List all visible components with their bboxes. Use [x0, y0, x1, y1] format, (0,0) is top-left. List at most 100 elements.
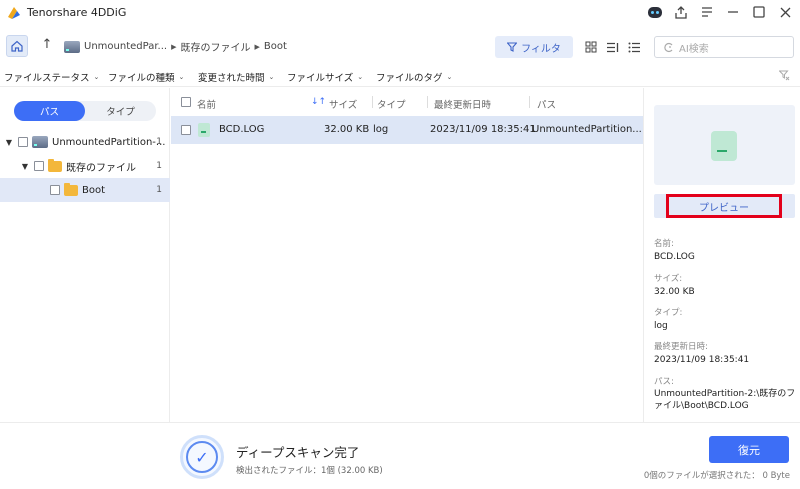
preview-button[interactable]: プレビュー: [666, 194, 782, 218]
breadcrumb-item[interactable]: 既存のファイル: [180, 39, 250, 54]
ai-search-input[interactable]: AI検索: [654, 36, 794, 58]
scan-complete-icon: ✓: [180, 435, 224, 479]
filter-file-status[interactable]: ファイルステータス ⌄: [4, 70, 99, 84]
maximize-icon[interactable]: [750, 3, 768, 21]
recover-button[interactable]: 復元: [709, 436, 789, 463]
tree-item-label: UnmountedPartition-...: [52, 136, 166, 148]
column-divider[interactable]: [427, 96, 428, 108]
column-name[interactable]: 名前: [197, 97, 216, 111]
filter-file-size[interactable]: ファイルサイズ ⌄: [287, 70, 363, 84]
tree-item-existing-files[interactable]: ▼ 既存のファイル 1: [0, 154, 170, 178]
column-divider[interactable]: [372, 96, 373, 108]
assistant-bot-icon[interactable]: [646, 3, 664, 21]
breadcrumb-separator-icon: ▶: [171, 42, 177, 51]
tree-item-label: 既存のファイル: [66, 162, 136, 174]
file-preview-icon: [711, 131, 737, 161]
funnel-icon: [507, 42, 518, 52]
app-title: Tenorshare 4DDiG: [27, 6, 127, 19]
filter-file-tag[interactable]: ファイルのタグ ⌄: [376, 70, 452, 84]
share-icon[interactable]: [672, 3, 690, 21]
cell-modified: 2023/11/09 18:35:41: [430, 124, 536, 135]
clear-filter-icon[interactable]: [779, 70, 790, 81]
meta-modified-label: 最終更新日時:: [654, 342, 708, 352]
breadcrumb-item[interactable]: Boot: [264, 41, 287, 52]
scan-status-detail: 検出されたファイル：1個 (32.00 KB): [236, 466, 383, 476]
meta-type-value: log: [654, 321, 668, 331]
column-modified[interactable]: 最終更新日時: [434, 97, 491, 111]
chevron-down-icon: ⌄: [178, 73, 185, 81]
caret-down-icon[interactable]: ▼: [20, 162, 30, 171]
meta-name-label: 名前:: [654, 239, 674, 249]
checkbox[interactable]: [18, 137, 28, 147]
chevron-down-icon: ⌄: [446, 73, 453, 81]
home-button[interactable]: [6, 35, 28, 57]
window-controls: [646, 3, 794, 21]
checkbox[interactable]: [50, 185, 60, 195]
meta-path-label: パス:: [654, 377, 674, 387]
column-size[interactable]: サイズ: [329, 97, 357, 111]
ai-search-placeholder: AI検索: [679, 43, 709, 55]
view-mode-group: [580, 36, 646, 58]
sort-icon[interactable]: ↓↑: [311, 97, 326, 107]
checkmark-icon: ✓: [186, 441, 218, 473]
detail-view-icon[interactable]: [628, 42, 641, 53]
filter-label: ファイルのタグ: [376, 73, 443, 84]
navigation-bar: ↑ UnmountedPar... ▶ 既存のファイル ▶ Boot フィルタ …: [0, 34, 800, 62]
preview-panel: プレビュー 名前: BCD.LOG サイズ: 32.00 KB タイプ: log…: [643, 88, 800, 422]
filter-label: ファイルサイズ: [287, 73, 354, 84]
table-row[interactable]: BCD.LOG 32.00 KB log 2023/11/09 18:35:41…: [171, 116, 643, 144]
meta-type-label: タイプ:: [654, 308, 683, 318]
meta-path-value: UnmountedPartition-2:\既存のファイル\Boot\BCD.L…: [654, 389, 796, 411]
title-bar: Tenorshare 4DDiG: [0, 0, 800, 26]
tree-item-count: 1: [156, 161, 162, 171]
close-icon[interactable]: [776, 3, 794, 21]
preview-thumbnail: [654, 105, 795, 185]
ai-search-icon: [664, 42, 673, 52]
checkbox[interactable]: [34, 161, 44, 171]
row-checkbox[interactable]: [181, 125, 191, 135]
tree-item-count: 1: [156, 185, 162, 195]
grid-view-icon[interactable]: [585, 41, 597, 53]
meta-modified-value: 2023/11/09 18:35:41: [654, 355, 750, 365]
filter-label: ファイルの種類: [108, 73, 175, 84]
app-logo-icon: [8, 7, 20, 19]
breadcrumb: UnmountedPar... ▶ 既存のファイル ▶ Boot: [64, 39, 287, 54]
menu-icon[interactable]: [698, 3, 716, 21]
meta-name-value: BCD.LOG: [654, 252, 695, 262]
table-header: 名前 ↓↑ サイズ タイプ 最終更新日時 パス: [171, 88, 643, 116]
up-arrow-button[interactable]: ↑: [40, 37, 54, 53]
drive-icon: [32, 136, 48, 148]
breadcrumb-item[interactable]: UnmountedPar...: [84, 41, 167, 52]
filter-file-type[interactable]: ファイルの種類 ⌄: [108, 70, 184, 84]
chevron-down-icon: ⌄: [268, 73, 275, 81]
select-all-checkbox[interactable]: [181, 97, 191, 107]
drive-icon: [64, 40, 80, 53]
filter-modified-time[interactable]: 変更された時間 ⌄: [198, 70, 274, 84]
cell-name: BCD.LOG: [219, 124, 265, 135]
log-file-icon: [198, 123, 210, 137]
minimize-icon[interactable]: [724, 3, 742, 21]
cell-type: log: [373, 124, 389, 135]
breadcrumb-separator-icon: ▶: [254, 42, 260, 51]
folder-icon: [64, 182, 78, 196]
tree-item-count: 1: [156, 137, 162, 147]
caret-down-icon[interactable]: ▼: [4, 138, 14, 147]
filter-button[interactable]: フィルタ: [495, 36, 573, 58]
selection-info: 0個のファイルが選択された： 0 Byte: [643, 471, 790, 481]
meta-size-value: 32.00 KB: [654, 287, 695, 297]
home-icon: [11, 40, 23, 52]
cell-size: 32.00 KB: [324, 124, 370, 135]
filter-label: 変更された時間: [198, 73, 265, 84]
tree-item-label: Boot: [82, 184, 106, 196]
list-view-icon[interactable]: [606, 42, 619, 53]
bottom-bar: ✓ ディープスキャン完了 検出されたファイル：1個 (32.00 KB) 復元 …: [0, 422, 800, 489]
tab-path[interactable]: パス: [14, 101, 85, 121]
column-type[interactable]: タイプ: [377, 97, 406, 111]
tab-type[interactable]: タイプ: [85, 101, 156, 121]
column-path[interactable]: パス: [537, 97, 556, 111]
column-divider[interactable]: [529, 96, 530, 108]
filter-label: フィルタ: [521, 43, 561, 55]
cell-path: UnmountedPartition...: [532, 124, 642, 135]
tree-item-partition[interactable]: ▼ UnmountedPartition-... 1: [0, 130, 170, 154]
tree-item-boot[interactable]: Boot 1: [0, 178, 170, 202]
